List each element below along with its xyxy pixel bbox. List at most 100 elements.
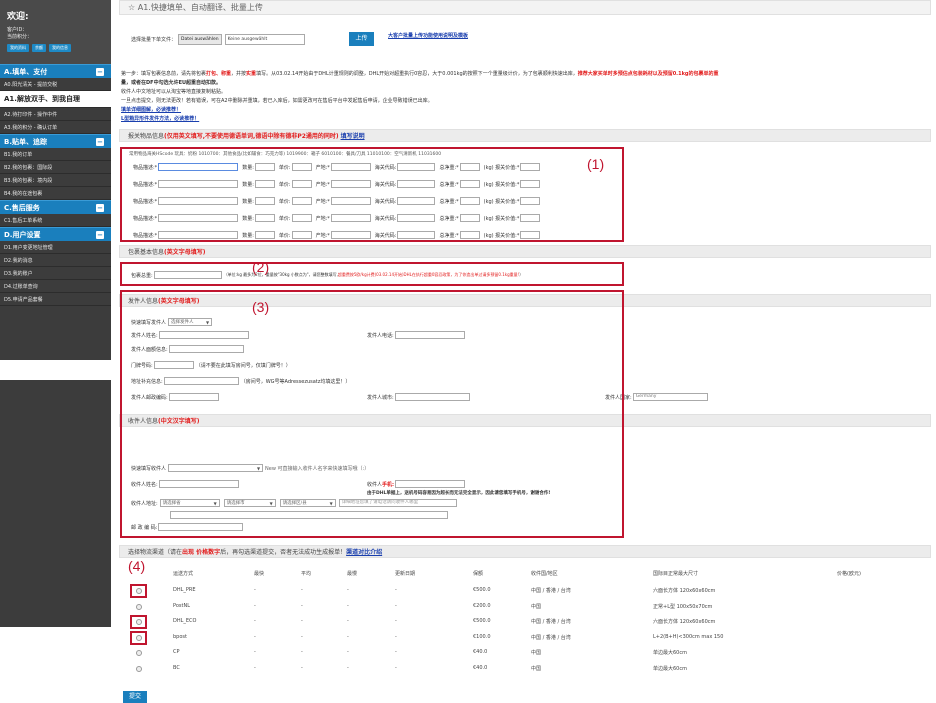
channel-section-warning: 出现 价格数字 <box>182 549 221 556</box>
submit-button[interactable]: 提交 <box>123 691 147 703</box>
notice-highlight: 打包、称重 <box>206 71 232 77</box>
sidebar-item-a3[interactable]: A3.我的积分 - 确认订单 <box>0 121 111 134</box>
goods-section-title: 报关物品信息 <box>128 133 165 140</box>
user-points-label: 当前积分： <box>7 34 33 40</box>
channel-cell-avg: - <box>301 633 303 640</box>
collapse-icon[interactable]: − <box>96 138 104 146</box>
notice-text: ，并按 <box>231 71 247 77</box>
sidebar-item-d2[interactable]: D2.我的消息 <box>0 254 111 267</box>
sidebar-item-b2[interactable]: B2.我的包裹：国际段 <box>0 161 111 174</box>
annotation-label-4: (4) <box>128 558 146 574</box>
page-title: ☆ A1.快捷填单、自动翻译、批量上传 <box>119 0 931 15</box>
sidebar-item-d1[interactable]: D1.用户变更地址管理 <box>0 241 111 254</box>
annotation-box-4 <box>130 615 147 629</box>
collapse-icon[interactable]: − <box>96 204 104 212</box>
annotation-label-2: (2) <box>252 259 270 275</box>
parcel-section-warning: (英文字母填写) <box>164 249 206 256</box>
user-buttons: 我的资料 余额 我的信息 <box>7 44 107 52</box>
collapse-icon[interactable]: − <box>96 68 104 76</box>
channel-cell-avg: - <box>301 587 303 593</box>
channel-radio[interactable] <box>136 650 142 656</box>
goods-help-link[interactable]: 填写说明 <box>341 131 365 140</box>
channel-col-header: 更新日期 <box>395 571 416 577</box>
channel-cell-date: - <box>395 649 397 655</box>
file-choose-button[interactable]: Datei auswählen <box>178 34 222 45</box>
notice-line-3: 收件人中文地址可以从淘宝等地直接复制粘贴。 <box>121 89 227 95</box>
channel-cell-ins: €40.0 <box>473 664 488 671</box>
lbox-guide-link[interactable]: L型箱异形件发件方法，必读推荐！ <box>121 115 199 122</box>
channel-radio[interactable] <box>136 665 142 672</box>
nav-group-b[interactable]: B.贴单、追踪 − <box>0 134 111 148</box>
channel-cell-avg: - <box>301 602 303 609</box>
sidebar-item-d4[interactable]: D4.过账单查询 <box>0 280 111 293</box>
channel-cell-size: 正常+L型 100x50x70cm <box>653 603 713 610</box>
annotation-box-3 <box>120 290 624 538</box>
channel-cell-region: 中国 <box>531 665 542 672</box>
sidebar-item-b3[interactable]: B3.我的包裹：境内段 <box>0 174 111 187</box>
channel-cell-name: BC <box>173 664 180 671</box>
channel-cell-region: 中国 / 香港 / 台湾 <box>531 634 571 641</box>
notice-line-1: 第一步：填写包裹信息前，请先将包裹 打包、称重 ，并按 实重 填写。从03.02.14开… <box>121 70 718 77</box>
upload-label: 选择批量下单文件： <box>131 37 177 43</box>
sidebar-item-b1[interactable]: B1.我的订单 <box>0 148 111 161</box>
file-status: Keine ausgewählt <box>224 34 305 45</box>
goods-section-header: 报关物品信息 (仅用英文填写,不要使用德语单词,德语中除有德非P2通用的同时) … <box>119 129 931 142</box>
channel-col-header: 平均 <box>301 571 312 577</box>
nav-group-a-label: A.填单、支付 <box>4 67 48 76</box>
channel-cell-date: - <box>395 587 397 593</box>
upload-help-link[interactable]: 大客户批量上传功能使用说明及模板 <box>388 32 468 39</box>
channel-cell-fast: - <box>254 618 256 624</box>
notice-text: 第一步：填写包裹信息前，请先将包裹 <box>121 71 207 77</box>
nav-group-c[interactable]: C.售后服务 − <box>0 200 111 214</box>
collapse-icon[interactable]: − <box>96 231 104 239</box>
channel-compare-link[interactable]: 渠道对比介绍 <box>346 547 382 556</box>
nav-group-d-label: D.用户设置 <box>4 230 41 239</box>
lbox-guide-link-text: L型箱异形件发件方法，必读推荐！ <box>121 116 200 122</box>
channel-col-header: 运送方式 <box>173 571 194 577</box>
upload-button[interactable]: 上传 <box>349 32 374 46</box>
channel-cell-name: bpost <box>173 633 187 640</box>
sidebar-item-b4[interactable]: B4.我的在途包裹 <box>0 187 111 200</box>
channel-cell-date: - <box>395 633 397 640</box>
channel-cell-ins: €200.0 <box>473 602 491 609</box>
sidebar-item-a1[interactable]: A1.解放双手、到我自理 <box>0 91 111 108</box>
channel-col-header: 国际目正常最大尺寸 <box>653 571 699 577</box>
channel-section-title: 选择物流渠道（请在 <box>128 549 183 556</box>
sidebar-item-a0[interactable]: A0.阳光清关 - 提前交税 <box>0 78 111 91</box>
welcome-text: 欢迎: <box>7 12 29 22</box>
channel-cell-slow: - <box>347 587 349 593</box>
notice-text: 填写。从03.02.14开始由于DHL计重规则的调整，DHL开始对超重执行0容忍… <box>256 71 578 77</box>
sidebar-item-c1[interactable]: C1.售后工单系统 <box>0 214 111 227</box>
channel-cell-ins: €500.0 <box>473 618 491 624</box>
upload-row: 选择批量下单文件： Datei auswählen Keine ausgewäh… <box>131 34 307 45</box>
channel-col-header: 最快 <box>254 571 265 577</box>
sidebar-item-d3[interactable]: D3.我的账户 <box>0 267 111 280</box>
balance-button[interactable]: 余额 <box>32 44 46 52</box>
channel-cell-size: 六面长方体 120x60x60cm <box>653 588 716 594</box>
channel-cell-fast: - <box>254 633 256 640</box>
channel-cell-fast: - <box>254 602 256 609</box>
channel-section-text: 后，再勾选渠道提交，否者无法成功生成报单！ <box>220 549 347 556</box>
messages-button[interactable]: 我的信息 <box>49 44 71 52</box>
guide-link[interactable]: 填单详细图解，必读推荐！ <box>121 106 181 113</box>
channel-radio[interactable] <box>136 603 142 610</box>
channel-cell-date: - <box>395 618 397 624</box>
channel-cell-slow: - <box>347 618 349 624</box>
sidebar-item-d5[interactable]: D5.申请产品套餐 <box>0 293 111 306</box>
main-content: ☆ A1.快捷填单、自动翻译、批量上传 选择批量下单文件： Datei ausw… <box>111 0 936 703</box>
profile-button[interactable]: 我的资料 <box>7 44 29 52</box>
channel-cell-ins: €40.0 <box>473 649 488 655</box>
channel-cell-slow: - <box>347 664 349 671</box>
notice-line-2: 量，或者在DF中勾选允许EU超重自动扣款。 <box>121 80 222 86</box>
nav-group-d[interactable]: D.用户设置 − <box>0 227 111 241</box>
channel-cell-name: DHL_PRE <box>173 587 196 593</box>
nav-group-a[interactable]: A.填单、支付 − <box>0 64 111 78</box>
guide-link-text: 填单详细图解，必读推荐！ <box>121 107 182 113</box>
sender-country-input[interactable]: Germany <box>632 393 708 401</box>
channel-cell-fast: - <box>254 649 256 655</box>
channel-cell-slow: - <box>347 649 349 655</box>
channel-cell-fast: - <box>254 664 256 671</box>
sidebar-item-a2[interactable]: A2.待打印件 - 操作中件 <box>0 108 111 121</box>
goods-section-warning: (仅用英文填写,不要使用德语单词,德语中除有德非P2通用的同时) <box>164 133 339 140</box>
channel-cell-fast: - <box>254 587 256 593</box>
